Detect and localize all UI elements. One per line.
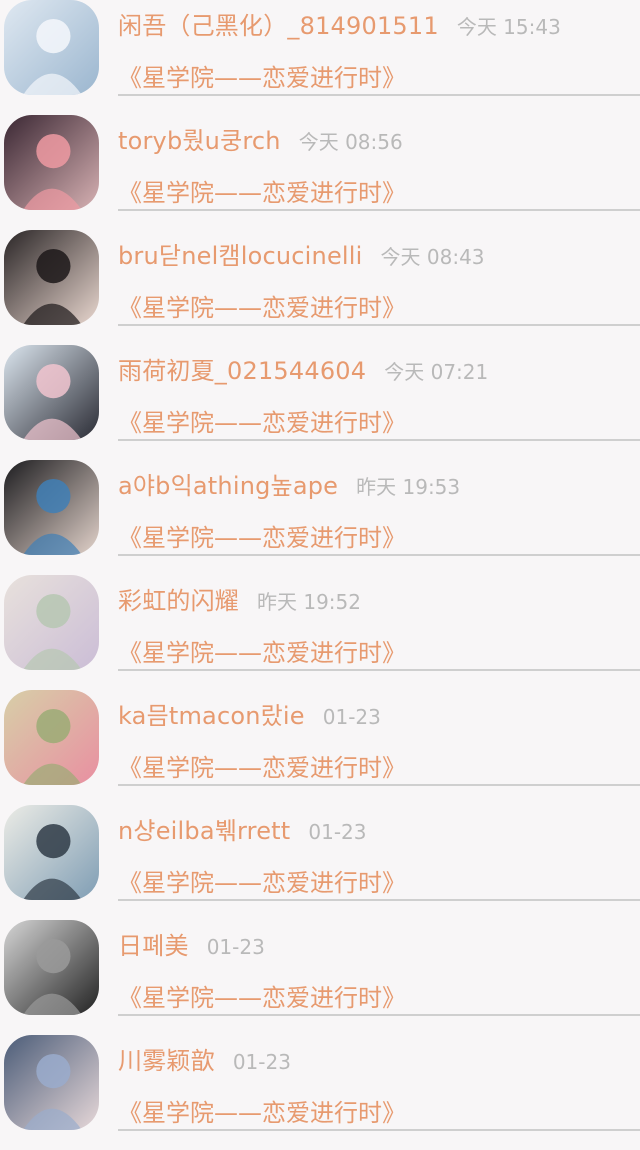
divider (118, 784, 640, 786)
story-title-link[interactable]: 《星学院——恋爱进行时》 (118, 633, 406, 668)
avatar[interactable] (4, 460, 99, 555)
divider (118, 94, 640, 96)
name-line: toryb뤘u쿵rch 今天 08:56 (118, 121, 403, 156)
name-line: ka믐tmacon랐ie 01-23 (118, 696, 381, 731)
timestamp: 01-23 (308, 820, 367, 844)
avatar[interactable] (4, 345, 99, 440)
avatar-girl-portrait (4, 230, 99, 325)
name-line: 川雾颖歆 01-23 (118, 1041, 291, 1076)
divider (118, 669, 640, 671)
list-item[interactable]: 闲吾（己黑化）_814901511 今天 15:43 《星学院——恋爱进行时》 (0, 0, 640, 115)
user-name[interactable]: 彩虹的闪耀 (118, 587, 239, 615)
story-title-link[interactable]: 《星学院——恋爱进行时》 (118, 978, 406, 1013)
divider (118, 324, 640, 326)
avatar[interactable] (4, 0, 99, 95)
timestamp: 01-23 (206, 935, 265, 959)
divider (118, 439, 640, 441)
user-name[interactable]: bru닫nel캠locucinelli (118, 242, 363, 270)
avatar-hand-dark (4, 460, 99, 555)
user-name[interactable]: 闲吾（己黑化）_814901511 (118, 12, 439, 40)
avatar[interactable] (4, 690, 99, 785)
avatar-room-scene (4, 805, 99, 900)
avatar[interactable] (4, 575, 99, 670)
user-name[interactable]: toryb뤘u쿵rch (118, 127, 281, 155)
list-item[interactable]: 川雾颖歆 01-23 《星学院——恋爱进行时》 (0, 1035, 640, 1150)
name-line: 雨荷初夏_021544604 今天 07:21 (118, 351, 488, 386)
timestamp: 今天 08:43 (380, 245, 485, 269)
avatar-pastel-drawing (4, 575, 99, 670)
list-item[interactable]: 日폐美 01-23 《星学院——恋爱进行时》 (0, 920, 640, 1035)
user-name[interactable]: n샹eilba붺rrett (118, 817, 290, 845)
user-name[interactable]: ka믐tmacon랐ie (118, 702, 305, 730)
avatar[interactable] (4, 805, 99, 900)
timestamp: 01-23 (322, 705, 381, 729)
avatar-anime-couple (4, 345, 99, 440)
name-line: 日폐美 01-23 (118, 926, 265, 961)
story-title-link[interactable]: 《星学院——恋爱进行时》 (118, 58, 406, 93)
message-list: 闲吾（己黑化）_814901511 今天 15:43 《星学院——恋爱进行时》 t… (0, 0, 640, 1150)
name-line: n샹eilba붺rrett 01-23 (118, 811, 367, 846)
divider (118, 899, 640, 901)
avatar[interactable] (4, 920, 99, 1015)
list-item[interactable]: ka믐tmacon랐ie 01-23 《星学院——恋爱进行时》 (0, 690, 640, 805)
story-title-link[interactable]: 《星学院——恋爱进行时》 (118, 403, 406, 438)
story-title-link[interactable]: 《星学院——恋爱进行时》 (118, 863, 406, 898)
avatar[interactable] (4, 230, 99, 325)
avatar-roses-book (4, 690, 99, 785)
user-name[interactable]: 雨荷初夏_021544604 (118, 357, 366, 385)
story-title-link[interactable]: 《星学院——恋爱进行时》 (118, 288, 406, 323)
timestamp: 昨天 19:53 (356, 475, 461, 499)
timestamp: 昨天 19:52 (257, 590, 361, 614)
avatar-boy-bw (4, 920, 99, 1015)
name-line: 闲吾（己黑化）_814901511 今天 15:43 (118, 6, 561, 41)
list-item[interactable]: toryb뤘u쿵rch 今天 08:56 《星学院——恋爱进行时》 (0, 115, 640, 230)
story-title-link[interactable]: 《星学院——恋爱进行时》 (118, 748, 406, 783)
user-name[interactable]: 日폐美 (118, 932, 189, 960)
story-title-link[interactable]: 《星学院——恋爱进行时》 (118, 518, 406, 553)
user-name[interactable]: a야b익athing높ape (118, 472, 338, 500)
timestamp: 01-23 (232, 1050, 291, 1074)
list-item[interactable]: n샹eilba붺rrett 01-23 《星学院——恋爱进行时》 (0, 805, 640, 920)
user-name[interactable]: 川雾颖歆 (118, 1047, 215, 1075)
timestamp: 今天 08:56 (298, 130, 403, 154)
list-item[interactable]: a야b익athing높ape 昨天 19:53 《星学院——恋爱进行时》 (0, 460, 640, 575)
list-item[interactable]: 雨荷初夏_021544604 今天 07:21 《星学院——恋爱进行时》 (0, 345, 640, 460)
divider (118, 1014, 640, 1016)
list-item[interactable]: bru닫nel캠locucinelli 今天 08:43 《星学院——恋爱进行时》 (0, 230, 640, 345)
divider (118, 209, 640, 211)
name-line: a야b익athing높ape 昨天 19:53 (118, 466, 460, 501)
divider (118, 1129, 640, 1131)
timestamp: 今天 15:43 (456, 15, 561, 39)
avatar[interactable] (4, 1035, 99, 1130)
avatar-hand-flower (4, 115, 99, 210)
story-title-link[interactable]: 《星学院——恋爱进行时》 (118, 1093, 406, 1128)
divider (118, 554, 640, 556)
avatar[interactable] (4, 115, 99, 210)
avatar-fairy-white-dress (4, 0, 99, 95)
story-title-link[interactable]: 《星学院——恋爱进行时》 (118, 173, 406, 208)
list-item[interactable]: 彩虹的闪耀 昨天 19:52 《星学院——恋爱进行时》 (0, 575, 640, 690)
name-line: 彩虹的闪耀 昨天 19:52 (118, 581, 361, 616)
avatar-girl-snow (4, 1035, 99, 1130)
name-line: bru닫nel캠locucinelli 今天 08:43 (118, 236, 485, 271)
timestamp: 今天 07:21 (384, 360, 489, 384)
